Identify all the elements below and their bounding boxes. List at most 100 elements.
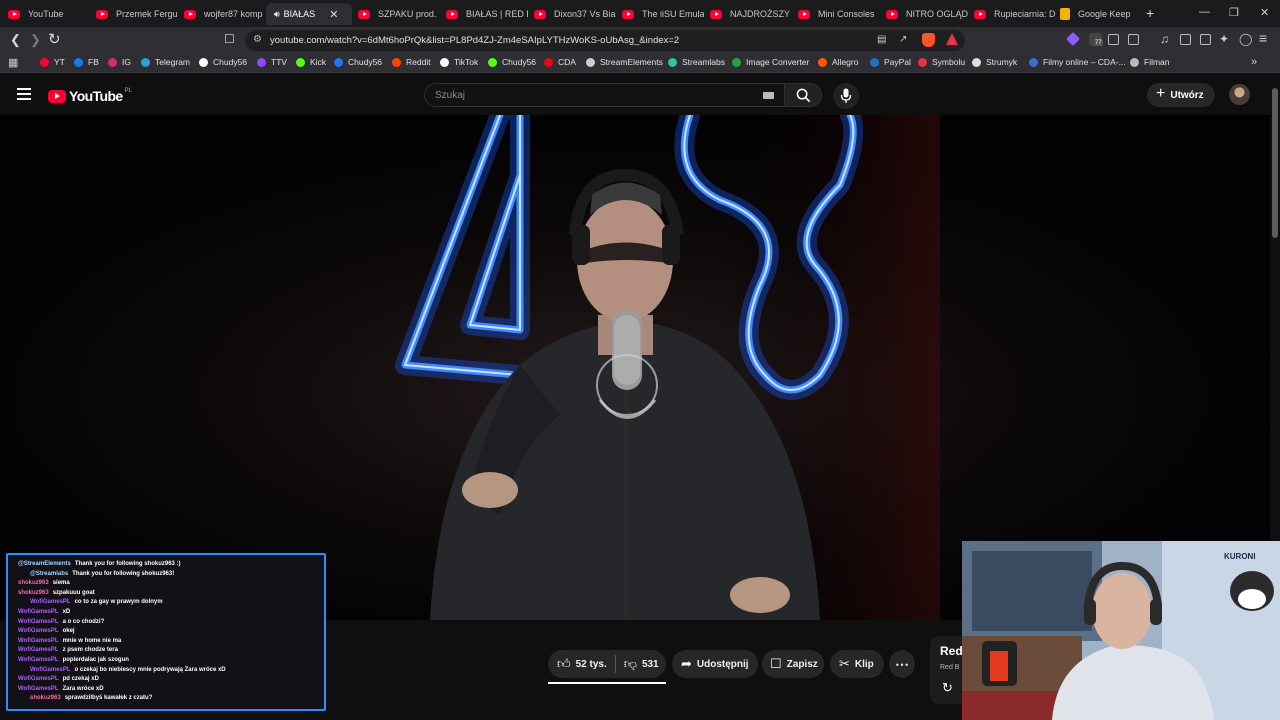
tab-12[interactable]: Rupieciarnia: D bbox=[974, 3, 1056, 25]
menu-icon[interactable] bbox=[17, 88, 31, 100]
search-button[interactable] bbox=[784, 83, 822, 107]
bookmarks-overflow-icon[interactable]: » bbox=[1251, 56, 1257, 68]
dislike-count[interactable]: 531 bbox=[642, 659, 659, 670]
tab-11[interactable]: NITRO OGLĄD bbox=[886, 3, 968, 25]
bookmark-item[interactable]: Reddit bbox=[392, 57, 431, 67]
dislike-icon[interactable]: 👎︎ bbox=[624, 656, 637, 672]
bookmark-item[interactable]: Streamlabs bbox=[668, 57, 725, 67]
bookmark-item[interactable]: Filman bbox=[1130, 57, 1170, 67]
bookmark-item[interactable]: Strumyk bbox=[972, 57, 1017, 67]
browser-tab-bar: YouTube Przemek Fergu wojfer87 komp 🔊︎ BIAŁA… bbox=[0, 0, 1280, 27]
save-button[interactable]: ☐ Zapisz bbox=[762, 650, 824, 678]
tab-9[interactable]: NAJDROŻSZY bbox=[710, 3, 792, 25]
bookmark-label: Allegro bbox=[832, 57, 859, 67]
tab-1[interactable]: YouTube bbox=[8, 3, 90, 25]
repeat-icon[interactable]: ↻ bbox=[942, 680, 953, 696]
tab-7[interactable]: Dixon37 Vs Bia bbox=[534, 3, 616, 25]
vpn-shield-icon[interactable]: ◯ bbox=[1239, 32, 1252, 46]
scrollbar-thumb[interactable] bbox=[1272, 88, 1278, 238]
clip-button[interactable]: ✂︎ Klip bbox=[830, 650, 884, 678]
bookmark-favicon-icon bbox=[334, 57, 343, 67]
bookmark-item[interactable]: TikTok bbox=[440, 57, 478, 67]
bookmark-item[interactable]: PayPal bbox=[870, 57, 911, 67]
bookmark-favicon-icon bbox=[586, 57, 595, 67]
reload-icon[interactable]: ↻ bbox=[48, 30, 61, 48]
tab-title: Mini Consoles bbox=[818, 9, 875, 19]
site-settings-icon[interactable]: ⚙ bbox=[253, 34, 262, 45]
new-tab-button[interactable]: + bbox=[1146, 5, 1154, 21]
chat-message: WofiGamesPL mnie w home nie ma bbox=[18, 638, 121, 644]
bookmark-favicon-icon bbox=[488, 57, 497, 67]
like-count[interactable]: 52 tys. bbox=[576, 659, 607, 670]
close-window-icon[interactable]: ✕ bbox=[1260, 6, 1269, 19]
share-button[interactable]: ➦ Udostępnij bbox=[672, 650, 758, 678]
tab-6[interactable]: BIAŁAS | RED B bbox=[446, 3, 528, 25]
tab-2[interactable]: Przemek Fergu bbox=[96, 3, 178, 25]
tab-3[interactable]: wojfer87 komp bbox=[184, 3, 266, 25]
bookmark-favicon-icon bbox=[40, 57, 49, 67]
browser-menu-icon[interactable]: ≡ bbox=[1259, 30, 1267, 46]
bookmark-item[interactable]: YT bbox=[40, 57, 65, 67]
bookmark-item[interactable]: Telegram bbox=[141, 57, 190, 67]
bookmark-item[interactable]: IG bbox=[108, 57, 131, 67]
leo-ai-icon[interactable] bbox=[1065, 31, 1081, 47]
forward-icon[interactable]: ❯ bbox=[30, 32, 41, 48]
tab-10[interactable]: Mini Consoles bbox=[798, 3, 880, 25]
wallet-extension-icon[interactable] bbox=[1200, 34, 1211, 45]
speaker-icon: 🔊︎ bbox=[274, 8, 280, 19]
share-page-icon[interactable]: ↗ bbox=[899, 34, 907, 45]
bookmark-favicon-icon bbox=[392, 57, 401, 67]
bookmark-label: IG bbox=[122, 57, 131, 67]
install-app-icon[interactable]: ▤ bbox=[877, 34, 886, 45]
url-field[interactable]: ⚙ youtube.com/watch?v=6dMt6hoPrQk&list=P… bbox=[245, 30, 965, 51]
sidebar-toggle-icon[interactable] bbox=[1180, 34, 1191, 45]
wallet-icon[interactable] bbox=[1128, 34, 1139, 45]
tab-13[interactable]: Google Keep bbox=[1060, 3, 1142, 25]
bookmark-item[interactable]: CDA bbox=[544, 57, 576, 67]
bookmark-page-icon[interactable]: ☐ bbox=[224, 32, 235, 46]
bookmark-label: Reddit bbox=[406, 57, 431, 67]
url-text[interactable]: youtube.com/watch?v=6dMt6hoPrQk&list=PL8… bbox=[270, 35, 679, 46]
bookmark-item[interactable]: Image Converter bbox=[732, 57, 809, 67]
chat-message: WofiGamesPL a o co chodzi? bbox=[18, 619, 104, 625]
channel-card-peek[interactable]: Red Red B ↻ bbox=[930, 636, 965, 704]
minimize-icon[interactable]: — bbox=[1199, 6, 1210, 18]
search-icon bbox=[796, 88, 811, 103]
search-input[interactable]: Szukaj bbox=[424, 83, 784, 107]
keyboard-icon[interactable] bbox=[763, 92, 774, 99]
bookmark-item[interactable]: Allegro bbox=[818, 57, 858, 67]
puzzle-extensions-icon[interactable] bbox=[1108, 34, 1119, 45]
brave-rewards-icon[interactable] bbox=[946, 33, 958, 45]
tab-title: The iiSU Emulat bbox=[642, 9, 704, 19]
create-button[interactable]: + Utwórz bbox=[1147, 83, 1215, 107]
youtube-logo[interactable]: YouTube PL bbox=[48, 88, 132, 104]
back-icon[interactable]: ❮ bbox=[10, 32, 21, 48]
bookmark-item[interactable]: Chudy56 bbox=[199, 57, 247, 67]
sparkle-icon[interactable]: ✦ bbox=[1219, 32, 1229, 46]
youtube-icon bbox=[358, 9, 370, 19]
tab-5[interactable]: SZPAKU prod. bbox=[358, 3, 440, 25]
avatar[interactable] bbox=[1229, 84, 1250, 105]
restore-icon[interactable]: ❐ bbox=[1229, 6, 1239, 19]
bookmark-item[interactable]: Chudy56 bbox=[334, 57, 382, 67]
more-actions-button[interactable]: ⋯ bbox=[889, 650, 915, 678]
bookmark-item[interactable]: TTV bbox=[257, 57, 287, 67]
apps-grid-icon[interactable]: ▦ bbox=[8, 56, 18, 69]
voice-search-button[interactable] bbox=[833, 83, 859, 109]
bookmark-item[interactable]: FB bbox=[74, 57, 99, 67]
bookmark-item[interactable]: Filmy online – CDA-... bbox=[1029, 57, 1126, 67]
close-tab-icon[interactable]: ✕ bbox=[329, 8, 338, 21]
bookmark-item[interactable]: StreamElements bbox=[586, 57, 663, 67]
bookmark-label: Streamlabs bbox=[682, 57, 725, 67]
like-icon[interactable]: 👍︎ bbox=[557, 656, 571, 672]
bookmark-item[interactable]: Symbolu bbox=[918, 57, 965, 67]
tab-8[interactable]: The iiSU Emulat bbox=[622, 3, 704, 25]
tab-4[interactable]: 🔊︎ BIAŁAS ✕ bbox=[266, 3, 352, 25]
bookmark-item[interactable]: Chudy56 bbox=[488, 57, 536, 67]
chat-username: WofiGamesPL bbox=[18, 647, 59, 654]
brave-shields-icon[interactable] bbox=[922, 33, 935, 47]
bookmark-favicon-icon bbox=[544, 57, 553, 67]
bookmark-item[interactable]: Kick bbox=[296, 57, 326, 67]
media-control-icon[interactable]: ♫ bbox=[1160, 32, 1169, 46]
bookmark-favicon-icon bbox=[818, 57, 827, 67]
